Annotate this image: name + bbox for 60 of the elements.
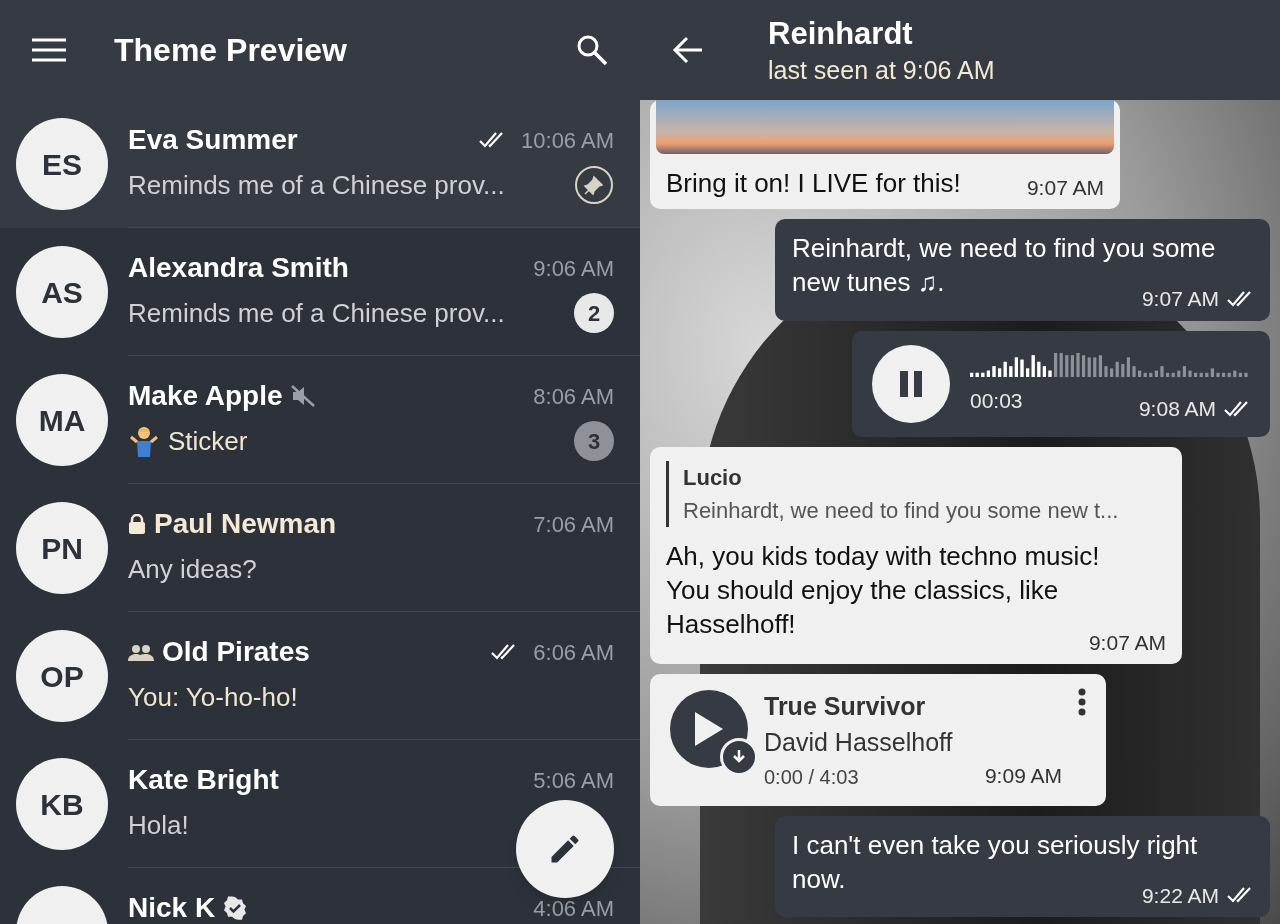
contact-name: Reinhardt xyxy=(768,15,914,53)
contact-name: Old Pirates xyxy=(162,635,310,669)
download-arrow-icon xyxy=(732,750,746,764)
lock-icon xyxy=(128,514,146,534)
message-time: 9:07 AM xyxy=(1141,286,1219,312)
message-time: 4:06 AM xyxy=(533,894,614,923)
unread-count-badge: 2 xyxy=(574,293,614,333)
avatar: PN xyxy=(16,502,108,594)
unread-count-badge: 3 xyxy=(574,421,614,461)
message-time: 10:06 AM xyxy=(521,126,614,155)
play-icon xyxy=(695,712,723,746)
message-time: 5:06 AM xyxy=(533,766,614,795)
reply-text: Reinhardt, we need to find you some new t... xyxy=(683,496,1120,525)
reply-quote[interactable]: Lucio Reinhardt, we need to find you some new t... xyxy=(666,460,1166,527)
chat-row[interactable]: PN Paul Newman 7:06 AM Any ideas? xyxy=(0,484,640,612)
message-time: 9:22 AM xyxy=(1141,882,1219,909)
more-options-icon[interactable] xyxy=(1078,688,1086,716)
track-artist: David Hasselhoff xyxy=(764,727,954,758)
group-icon xyxy=(128,643,154,661)
avatar: KB xyxy=(16,758,108,850)
back-arrow-icon[interactable] xyxy=(672,36,704,64)
last-seen-status: last seen at 9:06 AM xyxy=(768,55,995,86)
contact-name: Paul Newman xyxy=(154,507,337,541)
message-time: 9:06 AM xyxy=(533,254,614,283)
chat-row[interactable]: OP Old Pirates 6:06 AM You: Yo-ho-ho! xyxy=(0,612,640,740)
message-time: 9:07 AM xyxy=(1026,174,1104,201)
message-time: 7:06 AM xyxy=(533,510,614,539)
message-time: 6:06 AM xyxy=(533,638,614,667)
chat-row[interactable]: Nick K 4:06 AM xyxy=(0,868,640,924)
reply-author: Lucio xyxy=(683,463,743,492)
track-progress: 0:00 / 4:03 xyxy=(764,764,859,790)
chat-row[interactable]: MA Make Apple 8:06 AM Sticker 3 xyxy=(0,356,640,484)
message-time: 8:06 AM xyxy=(533,382,614,411)
message-time: 9:09 AM xyxy=(984,763,1062,789)
chat-row[interactable]: ES Eva Summer 10:06 AM Reminds me of a Chinese prov... xyxy=(0,100,640,228)
track-title: True Survivor xyxy=(764,691,927,722)
chat-row[interactable]: AS Alexandra Smith 9:06 AM Reminds me of a Chinese prov... 2 xyxy=(0,228,640,356)
contact-name: Make Apple xyxy=(128,379,283,413)
contact-name: Nick K xyxy=(128,891,216,924)
message-preview: Any ideas? xyxy=(128,552,257,586)
message-preview: Reminds me of a Chinese prov... xyxy=(128,168,505,202)
voice-duration: 00:03 xyxy=(970,387,1023,414)
avatar: ES xyxy=(16,118,108,210)
message-time: 9:08 AM xyxy=(1138,395,1216,422)
pause-icon xyxy=(900,370,922,397)
avatar: OP xyxy=(16,630,108,722)
menu-icon[interactable] xyxy=(32,38,66,62)
message-text: Bring it on! I LIVE for this! xyxy=(666,167,961,200)
message-preview: Sticker xyxy=(168,424,248,458)
search-icon[interactable] xyxy=(576,34,608,66)
message-preview: Hola! xyxy=(128,808,189,842)
avatar: MA xyxy=(16,374,108,466)
avatar: AS xyxy=(16,246,108,338)
message-preview: You: Yo-ho-ho! xyxy=(128,680,298,714)
contact-name: Kate Bright xyxy=(128,763,279,797)
app-title: Theme Preview xyxy=(114,31,348,70)
contact-name: Eva Summer xyxy=(128,123,298,157)
voice-waveform[interactable] xyxy=(970,350,1248,377)
message-preview: Reminds me of a Chinese prov... xyxy=(128,296,505,330)
contact-name: Alexandra Smith xyxy=(128,251,349,285)
